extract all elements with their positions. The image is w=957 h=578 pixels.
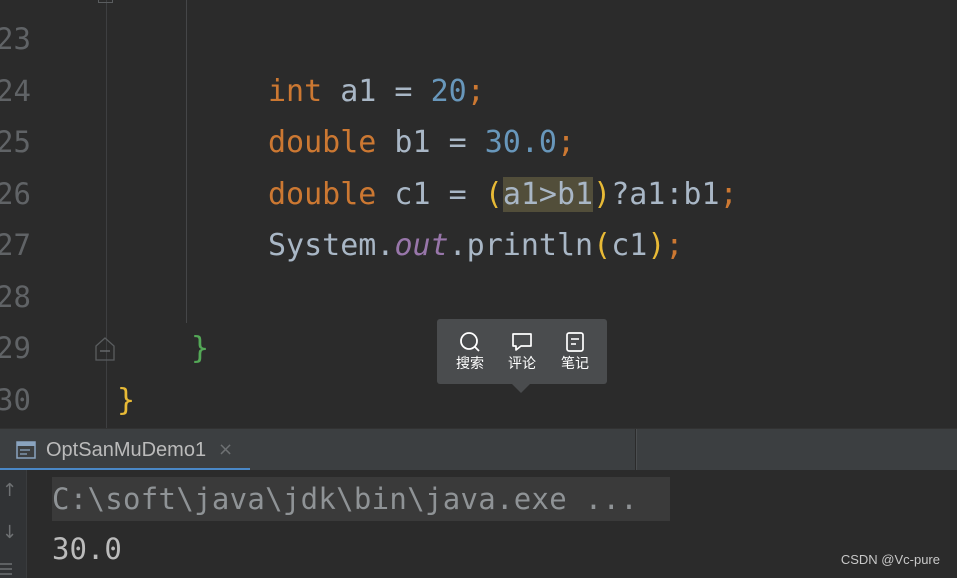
tab-divider	[636, 429, 637, 471]
line-number: 24	[0, 74, 31, 108]
tab-label: OptSanMuDemo1	[46, 439, 207, 461]
note-icon	[566, 332, 584, 352]
selection-popup-menu: 搜索 评论 笔记	[437, 319, 607, 393]
search-icon	[460, 332, 480, 352]
close-icon[interactable]: ×	[218, 429, 233, 471]
search-label: 搜索	[456, 356, 484, 372]
code-line-24: 24 int a1 = 20;	[0, 66, 957, 117]
code-line-27: 27 System.out.println(c1);	[0, 220, 957, 271]
line-number: 26	[0, 177, 31, 211]
line-number: 27	[0, 228, 31, 262]
arrow-up-icon[interactable]: ↑	[2, 480, 17, 501]
closing-brace[interactable]: }	[117, 375, 135, 426]
line-number: 28	[0, 280, 31, 314]
selection-highlight: a1>b1	[502, 177, 594, 212]
line-number: 29	[0, 331, 31, 365]
console-output[interactable]: ↑ ↓ C:\soft\java\jdk\bin\java.exe ... 30…	[0, 470, 957, 578]
note-button[interactable]: 笔记	[551, 327, 599, 377]
line-number: 23	[0, 22, 31, 56]
note-label: 笔记	[561, 356, 589, 372]
code-line-23: 23	[0, 14, 957, 65]
command-line-text[interactable]: C:\soft\java\jdk\bin\java.exe ...	[52, 477, 670, 521]
closing-brace[interactable]: }	[191, 323, 209, 374]
line-number: 30	[0, 383, 31, 417]
watermark: CSDN @Vc-pure	[840, 552, 940, 567]
code-text[interactable]: int a1 = 20;	[268, 66, 485, 117]
search-button[interactable]: 搜索	[446, 327, 494, 377]
soft-wrap-icon[interactable]	[0, 562, 14, 576]
code-text[interactable]: double c1 = (a1>b1)?a1:b1;	[268, 169, 738, 220]
fold-marker-icon[interactable]	[95, 337, 115, 361]
arrow-down-icon[interactable]: ↓	[2, 522, 17, 543]
console-icon	[16, 441, 36, 459]
comment-icon	[512, 333, 532, 351]
code-editor[interactable]: 23 24 int a1 = 20; 25 double b1 = 30.0; …	[0, 0, 957, 428]
code-line-26: 26 double c1 = (a1>b1)?a1:b1;	[0, 169, 957, 220]
tab-run-config[interactable]: OptSanMuDemo1 ×	[0, 429, 250, 471]
console-toolbar: ↑ ↓	[0, 470, 27, 578]
code-line-28: 28	[0, 272, 957, 323]
run-tool-window-tabs: OptSanMuDemo1 ×	[0, 428, 957, 471]
code-text[interactable]: System.out.println(c1);	[268, 220, 683, 271]
code-text[interactable]: double b1 = 30.0;	[268, 117, 575, 168]
comment-label: 评论	[508, 356, 536, 372]
fold-marker-icon[interactable]	[98, 0, 113, 3]
comment-button[interactable]: 评论	[498, 327, 546, 377]
code-line-25: 25 double b1 = 30.0;	[0, 117, 957, 168]
line-number: 25	[0, 125, 31, 159]
program-output: 30.0	[52, 532, 122, 566]
